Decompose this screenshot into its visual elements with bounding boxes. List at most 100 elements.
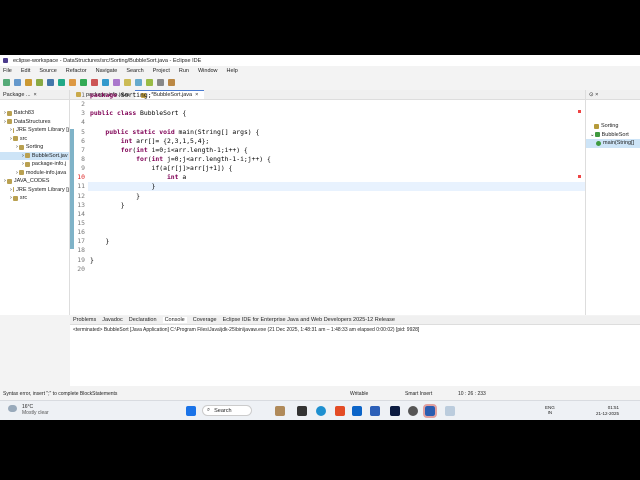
task-view-icon[interactable] bbox=[297, 406, 307, 416]
tree-item[interactable]: › module-info.java bbox=[0, 169, 69, 178]
code-editor[interactable]: package-info.java *BubbleSort.java × 1 pac… bbox=[70, 90, 585, 315]
expand-icon[interactable]: › bbox=[16, 170, 18, 176]
brave-icon[interactable] bbox=[335, 406, 345, 416]
tree-item[interactable]: › package-info.j bbox=[0, 160, 69, 169]
tree-item[interactable]: › src bbox=[0, 194, 69, 203]
toolbar-icon[interactable] bbox=[157, 78, 164, 86]
menu-source[interactable]: Source bbox=[39, 68, 56, 74]
code-line[interactable]: 3 public class BubbleSort { bbox=[70, 109, 585, 118]
taskbar-search[interactable]: ⌕ Search bbox=[202, 405, 252, 416]
menu-file[interactable]: File bbox=[3, 68, 12, 74]
photoshop-icon[interactable] bbox=[390, 406, 400, 416]
code-line[interactable]: 1 package Sorting; bbox=[70, 91, 585, 100]
console-output[interactable]: <terminated> BubbleSort [Java Applicatio… bbox=[70, 325, 640, 335]
widgets-icon[interactable] bbox=[275, 406, 285, 416]
code-line[interactable]: 16 bbox=[70, 228, 585, 237]
bottom-tab-4[interactable]: Coverage bbox=[193, 317, 217, 323]
bottom-tab-1[interactable]: Javadoc bbox=[102, 317, 123, 323]
tree-item[interactable]: › BubbleSort.jav bbox=[0, 151, 69, 160]
menu-run[interactable]: Run bbox=[179, 68, 189, 74]
start-icon[interactable] bbox=[186, 406, 196, 416]
toolbar-icon[interactable] bbox=[91, 78, 98, 86]
close-icon[interactable]: × bbox=[34, 92, 37, 98]
code-line[interactable]: 13 } bbox=[70, 201, 585, 210]
tree-item[interactable]: › JRE System Library [j bbox=[0, 186, 69, 195]
code-line[interactable]: 17 } bbox=[70, 237, 585, 246]
code-line[interactable]: 19} bbox=[70, 256, 585, 265]
outlook-icon[interactable] bbox=[352, 406, 362, 416]
tree-item[interactable]: › JAVA_CODES bbox=[0, 177, 69, 186]
code-line[interactable]: 12 } bbox=[70, 192, 585, 201]
expand-icon[interactable]: › bbox=[4, 110, 6, 116]
code-line[interactable]: 2 bbox=[70, 100, 585, 109]
expand-icon[interactable]: › bbox=[4, 119, 6, 125]
menu-window[interactable]: Window bbox=[198, 68, 218, 74]
outline-tab[interactable]: ⊙ × bbox=[589, 92, 598, 98]
edge-icon[interactable] bbox=[316, 406, 326, 416]
clock[interactable]: 01:51 21-12-2025 bbox=[596, 405, 619, 417]
toolbar-icon[interactable] bbox=[58, 78, 65, 86]
expand-icon[interactable]: › bbox=[4, 178, 6, 184]
toolbar-icon[interactable] bbox=[3, 78, 10, 86]
code-line[interactable]: 10 int a bbox=[70, 173, 585, 182]
bottom-tab-5[interactable]: Eclipse IDE for Enterprise Java and Web … bbox=[223, 317, 395, 323]
code-line[interactable]: 11 } bbox=[70, 182, 585, 191]
menu-refactor[interactable]: Refactor bbox=[66, 68, 87, 74]
outline-item-main[interactable]: main(String[] bbox=[586, 139, 640, 148]
toolbar-icon[interactable] bbox=[102, 78, 109, 86]
weather-icon[interactable] bbox=[8, 405, 17, 412]
tree-item[interactable]: › JRE System Library [j bbox=[0, 126, 69, 135]
expand-icon[interactable]: ⌄ bbox=[590, 132, 595, 138]
tree-item[interactable]: › Batch83 bbox=[0, 109, 69, 118]
code-line[interactable]: 14 bbox=[70, 210, 585, 219]
menu-project[interactable]: Project bbox=[153, 68, 170, 74]
outline-item-class[interactable]: ⌄ BubbleSort bbox=[586, 131, 640, 140]
menu-navigate[interactable]: Navigate bbox=[96, 68, 118, 74]
weather-widget[interactable]: 16°C Mostly clear bbox=[22, 404, 49, 416]
bottom-tab-0[interactable]: Problems bbox=[73, 317, 96, 323]
menu-help[interactable]: Help bbox=[227, 68, 238, 74]
toolbar-icon[interactable] bbox=[113, 78, 120, 86]
menu-search[interactable]: Search bbox=[126, 68, 143, 74]
code-line[interactable]: 7 for(int i=0;i<arr.length-1;i++) { bbox=[70, 146, 585, 155]
code-line[interactable]: 20 bbox=[70, 265, 585, 274]
code-line[interactable]: 6 int arr[]= {2,3,1,5,4}; bbox=[70, 137, 585, 146]
app-icon[interactable] bbox=[408, 406, 418, 416]
toolbar-icon[interactable] bbox=[135, 78, 142, 86]
code-line[interactable]: 4 bbox=[70, 118, 585, 127]
menu-edit[interactable]: Edit bbox=[21, 68, 30, 74]
language-indicator[interactable]: ENG IN bbox=[545, 405, 555, 415]
bottom-tab-2[interactable]: Declaration bbox=[129, 317, 157, 323]
bottom-tab-3[interactable]: Console bbox=[162, 317, 187, 323]
word-icon[interactable] bbox=[370, 406, 380, 416]
expand-icon[interactable]: › bbox=[10, 136, 12, 142]
code-line[interactable]: 15 bbox=[70, 219, 585, 228]
toolbar-icon[interactable] bbox=[25, 78, 32, 86]
code-line[interactable]: 5 public static void main(String[] args)… bbox=[70, 128, 585, 137]
expand-icon[interactable]: › bbox=[10, 127, 12, 133]
tree-item[interactable]: › Sorting bbox=[0, 143, 69, 152]
code-line[interactable]: 8 for(int j=0;j<arr.length-1-i;j++) { bbox=[70, 155, 585, 164]
expand-icon[interactable]: › bbox=[10, 187, 12, 193]
code-line[interactable]: 9 if(a[r[j]>arr[j+1]) { bbox=[70, 164, 585, 173]
toolbar-icon[interactable] bbox=[80, 78, 87, 86]
toolbar-icon[interactable] bbox=[69, 78, 76, 86]
expand-icon[interactable]: › bbox=[22, 161, 24, 167]
app-icon[interactable] bbox=[445, 406, 455, 416]
toolbar-icon[interactable] bbox=[47, 78, 54, 86]
package-explorer-tab[interactable]: Package ... bbox=[3, 92, 31, 98]
toolbar-icon[interactable] bbox=[36, 78, 43, 86]
tree-item[interactable]: › DataStructures bbox=[0, 118, 69, 127]
expand-icon[interactable]: › bbox=[22, 153, 24, 159]
error-marker[interactable] bbox=[578, 110, 581, 113]
eclipse-taskbar-icon[interactable] bbox=[423, 404, 437, 418]
toolbar-icon[interactable] bbox=[146, 78, 153, 86]
outline-item-package[interactable]: Sorting bbox=[586, 122, 640, 131]
expand-icon[interactable]: › bbox=[10, 195, 12, 201]
error-marker[interactable] bbox=[578, 175, 581, 178]
toolbar-icon[interactable] bbox=[168, 78, 175, 86]
code-line[interactable]: 18 bbox=[70, 246, 585, 255]
tree-item[interactable]: › src bbox=[0, 135, 69, 144]
toolbar-icon[interactable] bbox=[14, 78, 21, 86]
expand-icon[interactable]: › bbox=[16, 144, 18, 150]
